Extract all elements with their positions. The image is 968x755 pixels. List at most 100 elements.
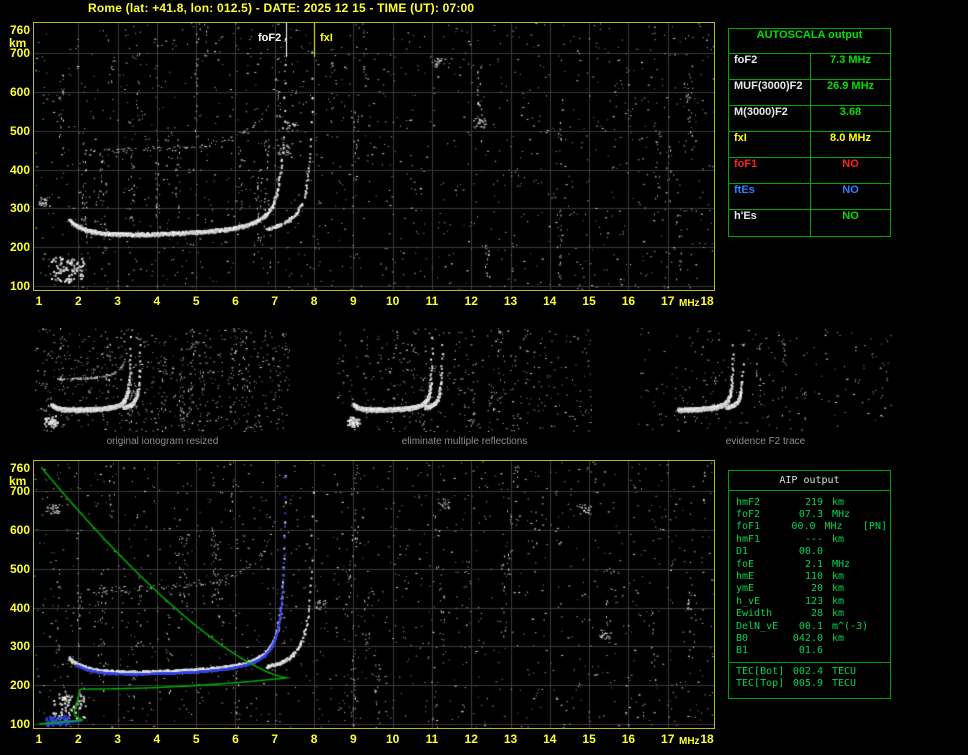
x-tick-8: 8 xyxy=(310,732,318,746)
x-tick-2: 2 xyxy=(74,732,82,746)
autoscala-row-fxI: fxI 8.0 MHz xyxy=(729,132,890,158)
autoscala-param-name: h'Es xyxy=(729,210,811,236)
y-tick-300: 300 xyxy=(9,201,30,216)
aip-param-name: B0 xyxy=(736,632,749,644)
autoscala-param-value: NO xyxy=(842,184,859,196)
x-tick-5: 5 xyxy=(192,732,200,746)
aip-param-name: TEC[Bot] xyxy=(736,665,785,677)
aip-title: AIP output xyxy=(729,471,890,491)
y-axis-unit-km: km xyxy=(9,474,27,488)
top-ionogram-frame xyxy=(33,22,715,291)
aip-row-h_vE: h_vE 123 km xyxy=(736,595,887,607)
aip-row-B1: B1 01.6 xyxy=(736,645,887,657)
x-tick-9: 9 xyxy=(350,732,357,746)
aip-row-foF1: foF1 00.0 MHz [PN] xyxy=(736,521,887,533)
autoscala-row-h'Es: h'Es NO xyxy=(729,210,890,236)
autoscala-param-name: ftEs xyxy=(729,184,811,209)
aip-param-name: foF1 xyxy=(736,521,761,533)
aip-param-name: h_vE xyxy=(736,595,761,607)
aip-row-D1: D1 00.0 xyxy=(736,546,887,558)
autoscala-param-value: NO xyxy=(842,158,859,170)
x-tick-15: 15 xyxy=(582,294,596,308)
x-tick-7: 7 xyxy=(271,294,279,308)
aip-row-Ewidth: Ewidth 28 km xyxy=(736,608,887,620)
aip-param-unit: MHz xyxy=(824,521,843,533)
x-axis-unit-mhz: MHz xyxy=(679,298,700,309)
y-tick-600: 600 xyxy=(9,85,30,100)
x-tick-8: 8 xyxy=(310,294,318,308)
x-tick-6: 6 xyxy=(232,732,239,746)
thumb-original-ionogram xyxy=(35,328,290,432)
thumb-eliminate-multiples xyxy=(337,328,592,432)
aip-param-value: 005.9 xyxy=(792,678,823,690)
x-tick-5: 5 xyxy=(192,294,200,308)
x-tick-4: 4 xyxy=(153,732,161,746)
x-tick-10: 10 xyxy=(385,294,400,308)
autoscala-param-name: fxI xyxy=(729,132,811,157)
y-tick-300: 300 xyxy=(9,639,30,654)
x-tick-14: 14 xyxy=(543,294,557,308)
aip-param-value: 00.1 xyxy=(798,620,823,632)
aip-param-unit: km xyxy=(832,595,845,607)
aip-row-ymE: ymE 20 km xyxy=(736,583,887,595)
x-tick-16: 16 xyxy=(621,732,636,746)
aip-param-name: foF2 xyxy=(736,509,761,521)
y-tick-200: 200 xyxy=(9,240,30,255)
aip-tec-rows: TEC[Bot] 002.4 TECU TEC[Top] 005.9 TECU xyxy=(729,662,890,692)
thumb-evidence-canvas xyxy=(638,328,893,432)
aip-row-DelN_vE: DelN_vE 00.1 m^(-3) xyxy=(736,620,887,632)
aip-param-value: --- xyxy=(804,533,823,545)
y-tick-500: 500 xyxy=(9,561,30,576)
aip-param-value: 2.1 xyxy=(804,558,823,570)
aip-param-unit: km xyxy=(832,496,845,508)
autoscala-row-MUF(3000)F2: MUF(3000)F2 26.9 MHz xyxy=(729,80,890,106)
x-tick-15: 15 xyxy=(582,732,596,746)
aip-row-hmE: hmE 110 km xyxy=(736,570,887,582)
aip-param-name: foE xyxy=(736,558,755,570)
y-axis-unit-km: km xyxy=(9,36,27,50)
page-title: Rome (lat: +41.8, lon: 012.5) - DATE: 20… xyxy=(88,1,475,15)
aip-param-name: hmF2 xyxy=(736,496,761,508)
aip-param-value: 07.3 xyxy=(798,509,823,521)
y-tick-760: 760 xyxy=(9,461,30,475)
aip-param-value: 28 xyxy=(810,608,823,620)
autoscala-param-value: 26.9 MHz xyxy=(826,80,875,92)
aip-param-unit: TECU xyxy=(832,678,857,690)
autoscala-app: Rome (lat: +41.8, lon: 012.5) - DATE: 20… xyxy=(0,0,968,755)
aip-param-value: 01.6 xyxy=(798,645,823,657)
autoscala-param-name: MUF(3000)F2 xyxy=(729,80,811,105)
x-tick-13: 13 xyxy=(503,732,518,746)
aip-param-flag: [PN] xyxy=(862,521,887,533)
thumb-caption-original: original ionogram resized xyxy=(106,436,219,447)
x-tick-12: 12 xyxy=(464,294,478,308)
aip-param-unit: km xyxy=(832,533,845,545)
y-tick-400: 400 xyxy=(9,600,30,615)
aip-param-unit: TECU xyxy=(832,665,857,677)
autoscala-param-value: NO xyxy=(842,210,859,222)
aip-row-B0: B0 042.0 km xyxy=(736,632,887,644)
aip-param-name: hmF1 xyxy=(736,533,761,545)
aip-param-name: DelN_vE xyxy=(736,620,779,632)
foF2-marker-label: foF2 xyxy=(258,32,282,44)
aip-row-foF2: foF2 07.3 MHz xyxy=(736,508,887,520)
aip-param-unit: m^(-3) xyxy=(832,620,869,632)
x-tick-17: 17 xyxy=(661,294,675,308)
aip-param-name: TEC[Top] xyxy=(736,678,785,690)
aip-param-value: 00.0 xyxy=(798,546,823,558)
aip-param-name: Ewidth xyxy=(736,608,773,620)
x-tick-6: 6 xyxy=(232,294,239,308)
aip-param-unit: km xyxy=(832,608,845,620)
autoscala-param-name: foF1 xyxy=(729,158,811,183)
aip-param-name: B1 xyxy=(736,645,749,657)
aip-param-name: hmE xyxy=(736,571,755,583)
x-tick-17: 17 xyxy=(661,732,675,746)
thumb-eliminate-canvas xyxy=(337,328,592,432)
x-tick-1: 1 xyxy=(35,294,43,308)
y-tick-760: 760 xyxy=(9,23,30,37)
y-tick-100: 100 xyxy=(9,717,30,731)
aip-param-value: 042.0 xyxy=(792,632,823,644)
aip-param-name: ymE xyxy=(736,583,755,595)
aip-row-hmF2: hmF2 219 km xyxy=(736,496,887,508)
aip-row-foE: foE 2.1 MHz xyxy=(736,558,887,570)
x-tick-12: 12 xyxy=(464,732,478,746)
